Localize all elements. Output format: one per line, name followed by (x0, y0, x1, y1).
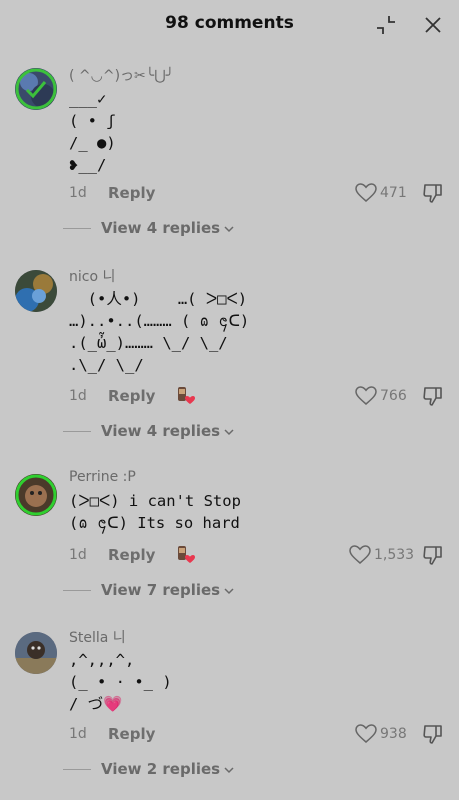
view-replies-label: View 4 replies (101, 422, 221, 440)
replies-divider (63, 769, 91, 770)
view-replies-label: View 2 replies (101, 760, 221, 778)
comment-username[interactable]: nico 니 (69, 266, 115, 286)
chevron-down-icon (224, 224, 234, 234)
chevron-down-icon (224, 765, 234, 775)
comment-age: 1d (69, 388, 87, 404)
reply-button[interactable]: Reply (108, 184, 155, 202)
dislike-icon[interactable] (422, 723, 444, 745)
creator-liked-badge (176, 545, 196, 565)
chevron-down-icon (224, 427, 234, 437)
view-replies-button[interactable]: View 2 replies (101, 760, 234, 778)
heart-icon[interactable] (355, 386, 377, 406)
view-replies-label: View 7 replies (101, 581, 221, 599)
replies-divider (63, 590, 91, 591)
like-count: 938 (380, 726, 407, 742)
view-replies-button[interactable]: View 4 replies (101, 219, 234, 237)
heart-icon[interactable] (349, 545, 371, 565)
comment-text: ,^,,,^, (̲ • · •̲ ) / づ💗 (69, 651, 172, 713)
reply-button[interactable]: Reply (108, 387, 155, 405)
comment-age: 1d (69, 547, 87, 563)
dislike-icon[interactable] (422, 385, 444, 407)
comments-header: 98 comments (0, 0, 459, 48)
comment-username[interactable]: ( ^◡^)っ✂╰⋃╯ (69, 65, 174, 85)
view-replies-label: View 4 replies (101, 219, 221, 237)
comment-text: (ᐳ□ᐸ) i can't Stop (ɷ ᪄ᑕ) Its so hard (69, 492, 241, 532)
comment-text: (•人•) …( ᐳ□ᐸ) …)..•..(……… ( ɷ ᪄ᑕ) .(_ὦ_)… (69, 290, 250, 374)
replies-divider (63, 228, 91, 229)
avatar[interactable] (15, 632, 57, 674)
view-replies-button[interactable]: View 4 replies (101, 422, 234, 440)
avatar[interactable] (15, 474, 57, 516)
reply-button[interactable]: Reply (108, 725, 155, 743)
dislike-icon[interactable] (422, 182, 444, 204)
heart-icon[interactable] (355, 724, 377, 744)
replies-divider (63, 431, 91, 432)
like-count: 1,533 (374, 547, 415, 563)
close-icon[interactable] (422, 14, 444, 36)
comment-username[interactable]: Stella 니 (69, 627, 126, 647)
comment-age: 1d (69, 726, 87, 742)
creator-liked-badge (176, 386, 196, 406)
avatar[interactable] (15, 270, 57, 312)
heart-icon[interactable] (355, 183, 377, 203)
chevron-down-icon (224, 586, 234, 596)
reply-button[interactable]: Reply (108, 546, 155, 564)
like-count: 766 (380, 388, 407, 404)
comment-username[interactable]: Perrine :P (69, 469, 136, 485)
like-count: 471 (380, 185, 407, 201)
collapse-icon[interactable] (375, 14, 397, 36)
avatar[interactable] (15, 68, 57, 110)
comment-text: ___✓ ( • ʃ /_ ●) ❥__/ (69, 90, 116, 174)
dislike-icon[interactable] (422, 544, 444, 566)
comment-age: 1d (69, 185, 87, 201)
view-replies-button[interactable]: View 7 replies (101, 581, 234, 599)
